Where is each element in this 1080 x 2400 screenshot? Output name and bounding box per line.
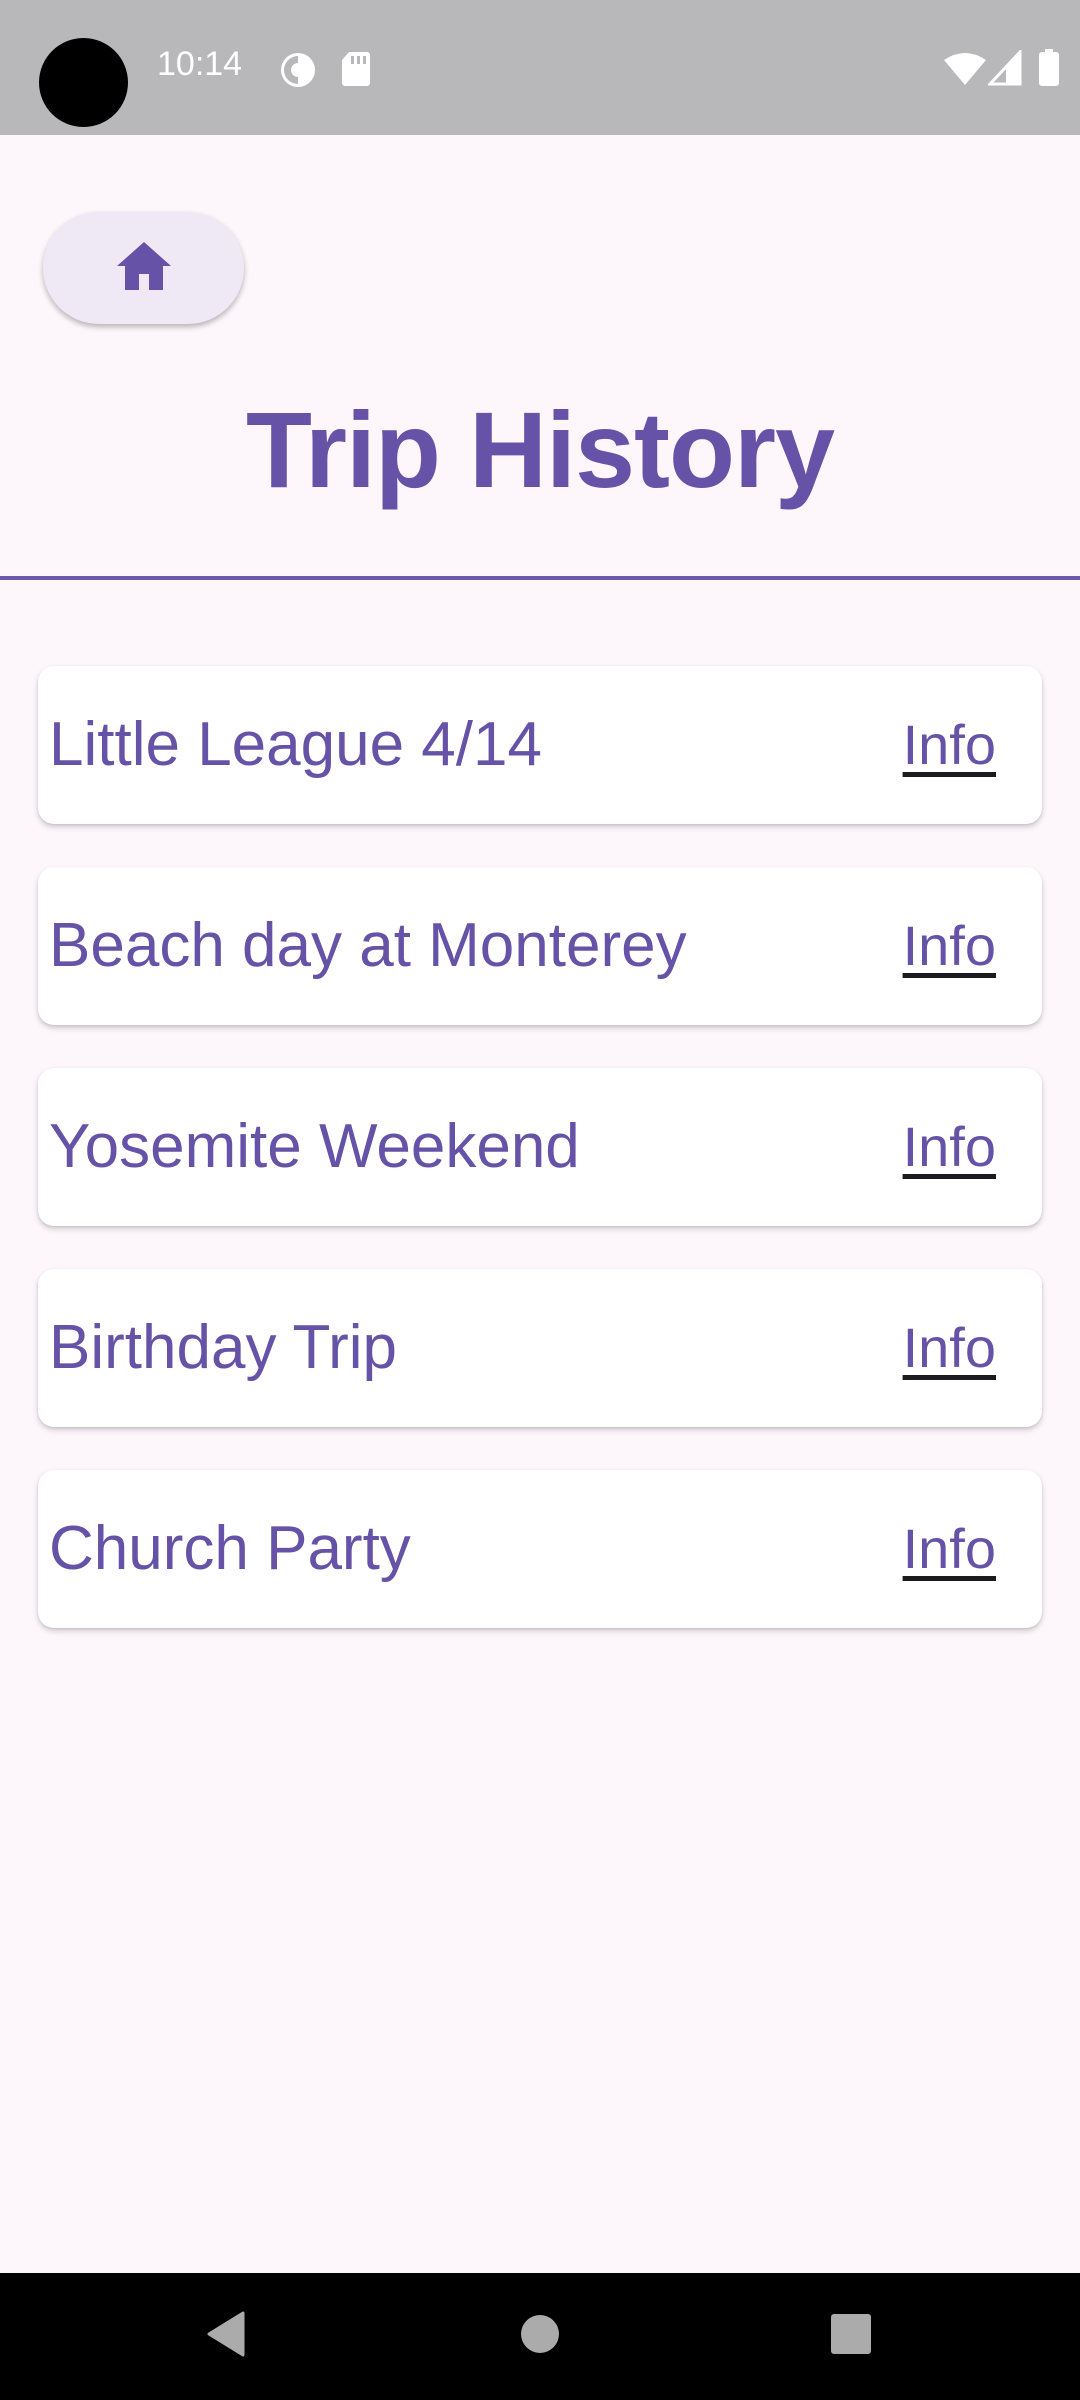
trip-name: Birthday Trip bbox=[49, 1313, 398, 1382]
home-circle-icon bbox=[520, 2314, 560, 2359]
trip-card: Yosemite Weekend Info bbox=[38, 1068, 1042, 1226]
status-time: 10:14 bbox=[157, 45, 243, 83]
sd-card-icon bbox=[340, 50, 372, 93]
trip-card: Church Party Info bbox=[38, 1470, 1042, 1628]
trip-card: Beach day at Monterey Info bbox=[38, 867, 1042, 1025]
trip-name: Little League 4/14 bbox=[49, 710, 542, 779]
status-bar: 10:14 bbox=[0, 0, 1080, 135]
trip-name: Beach day at Monterey bbox=[49, 911, 687, 980]
nav-home-button[interactable] bbox=[480, 2273, 600, 2400]
trip-name: Yosemite Weekend bbox=[49, 1112, 580, 1181]
trip-info-link[interactable]: Info bbox=[903, 1068, 996, 1226]
page-title: Trip History bbox=[245, 389, 835, 510]
trip-info-link[interactable]: Info bbox=[903, 867, 996, 1025]
camera-cutout bbox=[39, 38, 128, 127]
trip-info-link[interactable]: Info bbox=[903, 1470, 996, 1628]
trip-info-link[interactable]: Info bbox=[903, 1269, 996, 1427]
home-button[interactable] bbox=[43, 212, 244, 324]
nav-recents-button[interactable] bbox=[791, 2273, 911, 2400]
title-divider bbox=[0, 576, 1080, 580]
trip-card: Birthday Trip Info bbox=[38, 1269, 1042, 1427]
battery-icon bbox=[1038, 49, 1060, 92]
recents-icon bbox=[830, 2313, 872, 2360]
trip-name: Church Party bbox=[49, 1514, 411, 1583]
home-icon bbox=[115, 240, 173, 297]
data-saver-icon bbox=[278, 50, 318, 95]
signal-icon bbox=[986, 48, 1022, 91]
nav-back-button[interactable] bbox=[165, 2273, 285, 2400]
trip-card: Little League 4/14 Info bbox=[38, 666, 1042, 824]
navigation-bar bbox=[0, 2273, 1080, 2400]
trip-list: Little League 4/14 Info Beach day at Mon… bbox=[38, 666, 1042, 1671]
wifi-icon bbox=[943, 52, 987, 91]
trip-info-link[interactable]: Info bbox=[903, 666, 996, 824]
back-icon bbox=[205, 2311, 245, 2362]
